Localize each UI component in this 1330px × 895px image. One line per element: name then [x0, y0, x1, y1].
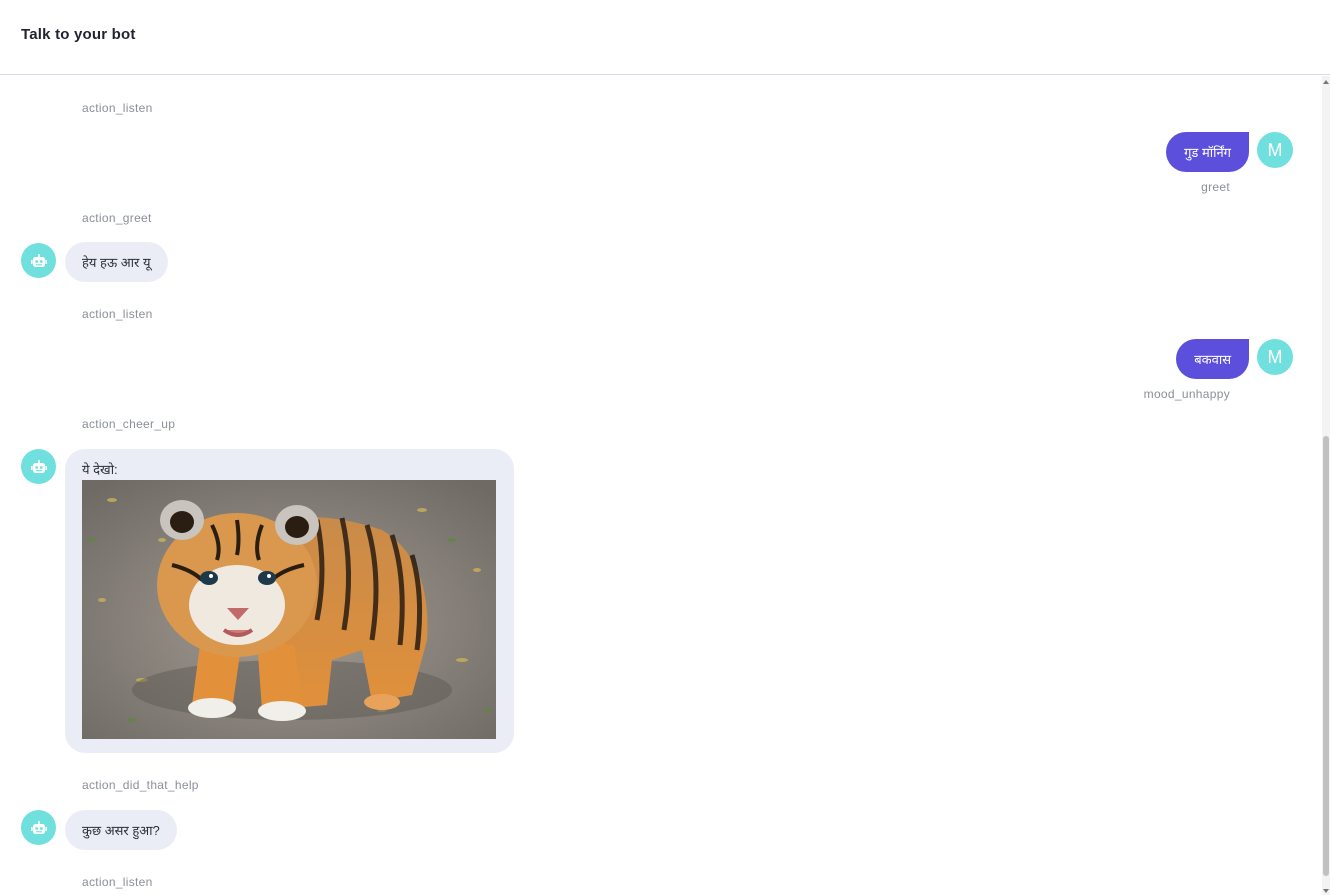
bot-message: हेय हऊ आर यू [65, 242, 168, 282]
intent-label: greet [1201, 180, 1230, 194]
chat-scrollbar[interactable] [1322, 76, 1330, 895]
page-title: Talk to your bot [21, 26, 136, 43]
bot-image-message: ये देखो: [65, 449, 514, 753]
action-label: action_listen [82, 875, 153, 889]
user-message: बकवास [1176, 339, 1249, 379]
robot-icon [30, 253, 47, 267]
tiger-cub-photo[interactable] [82, 480, 496, 739]
image-caption: ये देखो: [82, 462, 118, 477]
action-label: action_listen [82, 307, 153, 321]
scrollbar-thumb[interactable] [1323, 436, 1329, 876]
robot-icon [30, 459, 47, 473]
action-label: action_did_that_help [82, 778, 199, 792]
user-avatar: M [1257, 132, 1293, 168]
bot-avatar [21, 449, 56, 484]
action-label: action_cheer_up [82, 417, 176, 431]
bot-message: कुछ असर हुआ? [65, 810, 177, 850]
robot-icon [30, 820, 47, 834]
chat-transcript[interactable]: action_listen गुड मॉर्निंग M greet actio… [0, 76, 1322, 895]
action-label: action_greet [82, 211, 152, 225]
user-message: गुड मॉर्निंग [1166, 132, 1249, 172]
user-avatar: M [1257, 339, 1293, 375]
scroll-down-icon[interactable] [1323, 889, 1329, 893]
bot-avatar [21, 243, 56, 278]
scroll-up-icon[interactable] [1323, 80, 1329, 84]
chat-header: Talk to your bot [0, 0, 1330, 75]
bot-avatar [21, 810, 56, 845]
action-label: action_listen [82, 101, 153, 115]
intent-label: mood_unhappy [1143, 387, 1230, 401]
